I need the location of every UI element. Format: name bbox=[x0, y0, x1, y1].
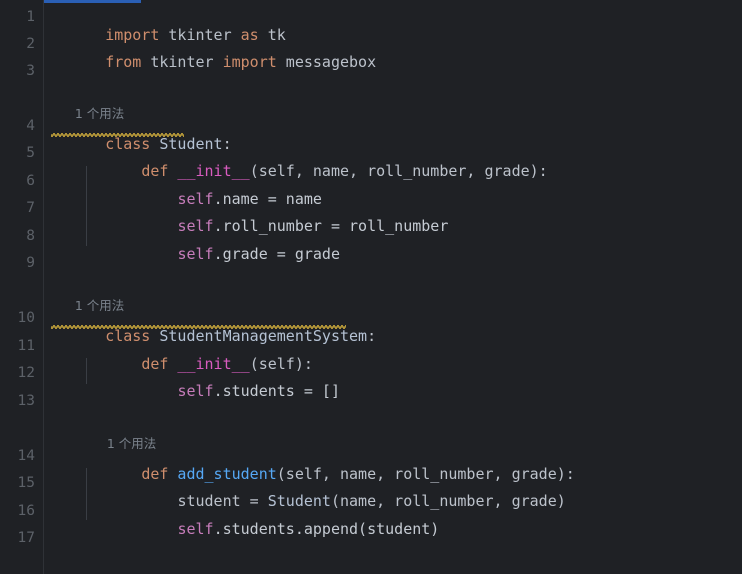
code-content-area[interactable]: import tkinter as tk from tkinter import… bbox=[45, 0, 742, 574]
line-number: 6 bbox=[26, 173, 35, 189]
token-method-call: .students.append(student) bbox=[213, 520, 440, 538]
token-self: self bbox=[177, 520, 214, 538]
code-line-16[interactable]: self.students.append(student) bbox=[51, 502, 439, 556]
token-self: self bbox=[177, 382, 214, 400]
warning-squiggle bbox=[51, 133, 184, 137]
token-assignment: .grade = grade bbox=[213, 245, 340, 263]
token-import-name: messagebox bbox=[276, 53, 377, 71]
line-number: 1 bbox=[26, 9, 35, 25]
line-number: 16 bbox=[17, 503, 35, 519]
line-number: 5 bbox=[26, 145, 35, 161]
line-number: 3 bbox=[26, 63, 35, 79]
line-number: 13 bbox=[17, 393, 35, 409]
code-line-2[interactable]: from tkinter import messagebox bbox=[51, 35, 376, 89]
token-keyword: from bbox=[105, 53, 142, 71]
line-number: 17 bbox=[17, 530, 35, 546]
code-editor[interactable]: 1 2 3 4 5 6 7 8 9 10 11 12 13 14 15 16 1… bbox=[0, 0, 742, 574]
line-number: 8 bbox=[26, 228, 35, 244]
warning-squiggle bbox=[51, 325, 346, 329]
token-self: self bbox=[177, 245, 214, 263]
line-number: 11 bbox=[17, 338, 35, 354]
line-number: 7 bbox=[26, 200, 35, 216]
token-keyword: import bbox=[222, 53, 277, 71]
code-line-12[interactable]: self.students = [] bbox=[51, 364, 340, 418]
codelens-usages-next-method[interactable]: 1 个用法 bbox=[83, 557, 156, 574]
line-number: 10 bbox=[17, 310, 35, 326]
line-number: 9 bbox=[26, 255, 35, 271]
token-punctuation: : bbox=[367, 327, 377, 345]
line-number: 14 bbox=[17, 448, 35, 464]
line-number: 12 bbox=[17, 365, 35, 381]
code-line-8[interactable]: self.grade = grade bbox=[51, 227, 340, 281]
line-number: 2 bbox=[26, 36, 35, 52]
token-module: tkinter bbox=[141, 53, 223, 71]
line-number-gutter[interactable]: 1 2 3 4 5 6 7 8 9 10 11 12 13 14 15 16 1… bbox=[0, 0, 44, 574]
token-assignment: .students = [] bbox=[213, 382, 340, 400]
line-number: 15 bbox=[17, 475, 35, 491]
line-number: 4 bbox=[26, 118, 35, 134]
